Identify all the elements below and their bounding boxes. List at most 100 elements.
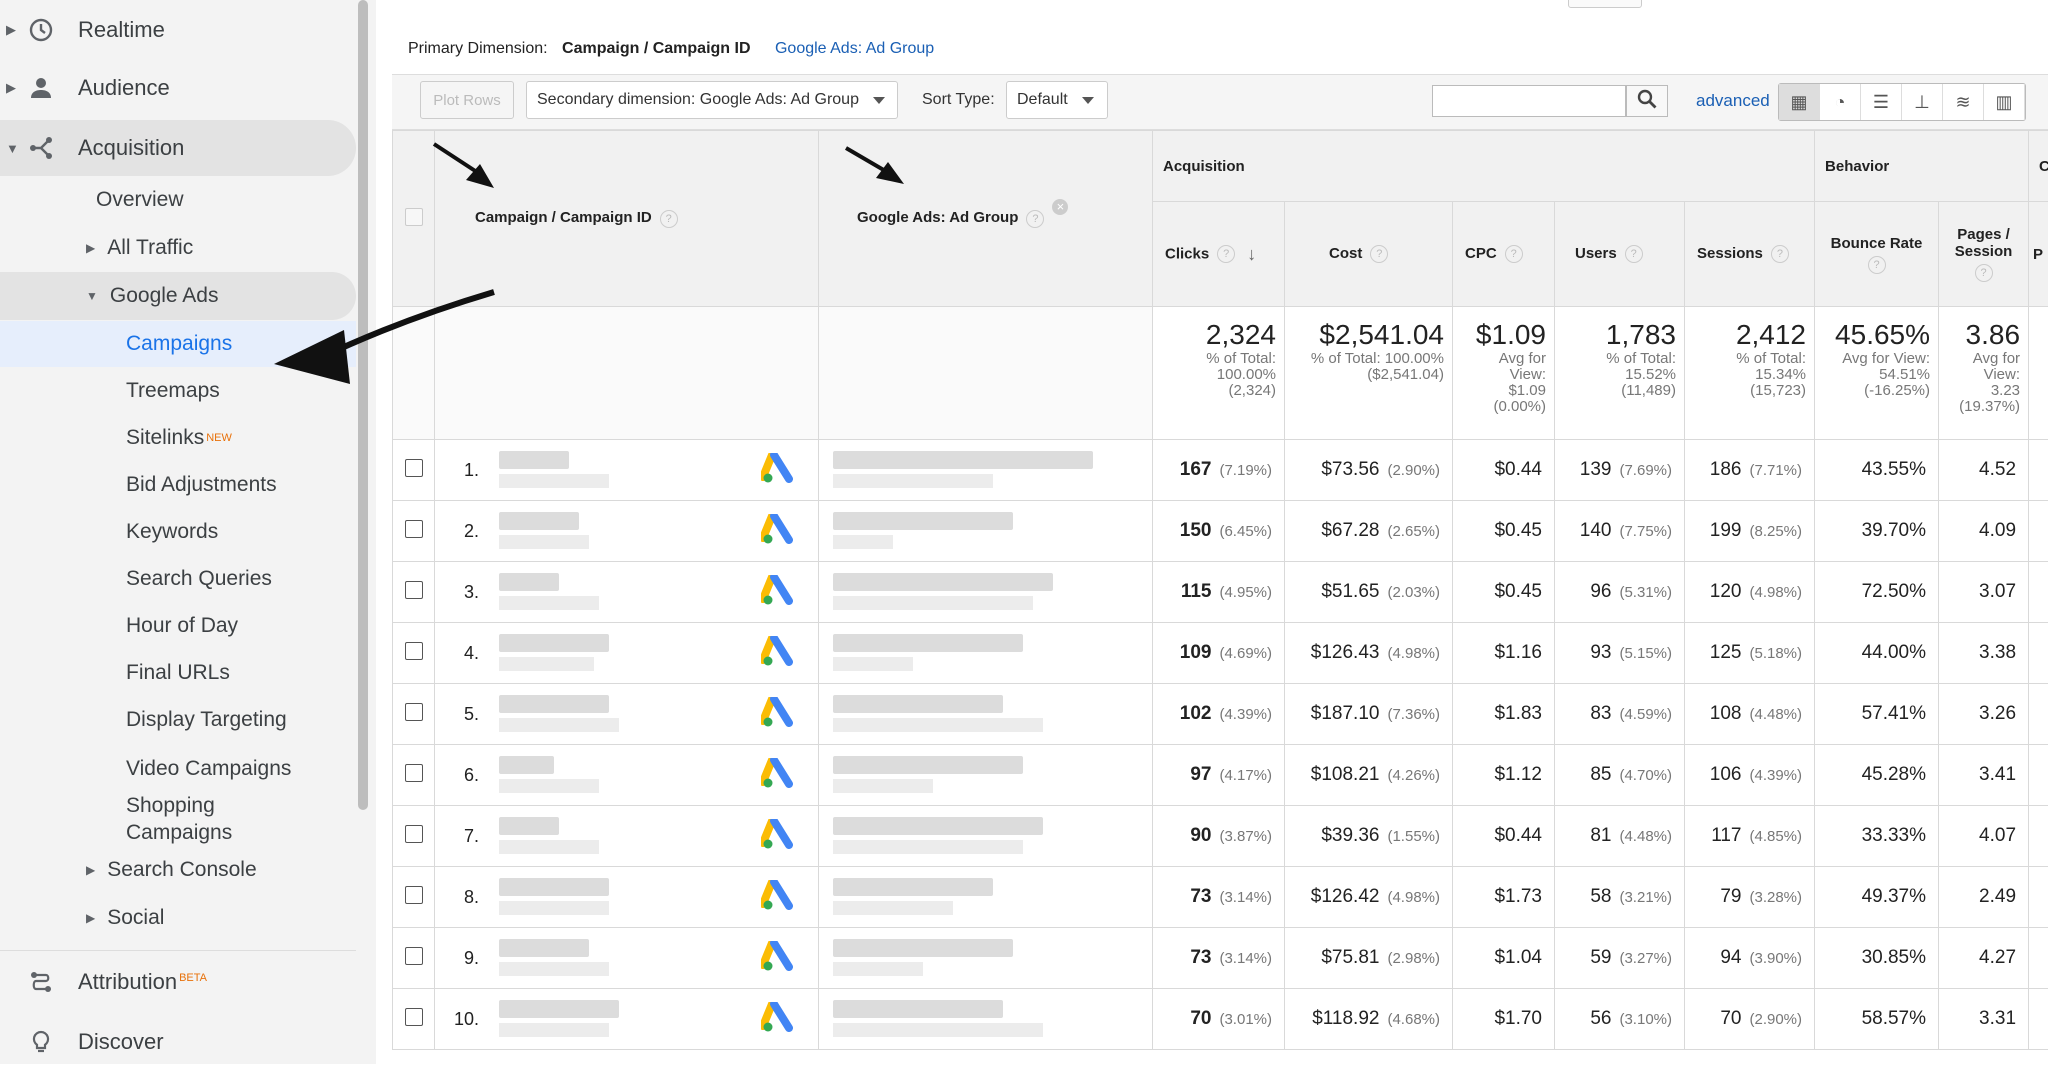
- campaign-cell[interactable]: 1.: [435, 440, 819, 501]
- sidebar-item-hour-of-day[interactable]: Hour of Day: [126, 603, 238, 649]
- bounce-rate-value: 72.50%: [1862, 581, 1926, 602]
- adgroup-cell[interactable]: [819, 928, 1153, 989]
- help-icon[interactable]: ?: [1625, 245, 1643, 263]
- table-row[interactable]: 3.115(4.95%)$51.65(2.03%)$0.4596(5.31%)1…: [393, 562, 2048, 623]
- comparison-view-icon[interactable]: ⊥: [1902, 84, 1943, 120]
- row-checkbox-cell: [393, 928, 435, 989]
- row-checkbox[interactable]: [405, 764, 423, 782]
- pages-per-session-cell: 4.07: [1939, 806, 2029, 867]
- sidebar-scrollbar[interactable]: [358, 0, 368, 810]
- clicks-percent: (4.17%): [1219, 767, 1272, 784]
- adgroup-cell[interactable]: [819, 562, 1153, 623]
- table-search-input[interactable]: [1432, 85, 1626, 117]
- table-row[interactable]: 10.70(3.01%)$118.92(4.68%)$1.7056(3.10%)…: [393, 989, 2048, 1050]
- sidebar-item-bid-adjustments[interactable]: Bid Adjustments: [126, 462, 277, 508]
- row-checkbox[interactable]: [405, 886, 423, 904]
- sidebar-item-all-traffic[interactable]: ▶All Traffic: [86, 226, 193, 270]
- sidebar-item-discover[interactable]: Discover: [0, 1014, 356, 1070]
- pie-view-icon[interactable]: ◔: [1820, 84, 1861, 120]
- sidebar-item-acquisition[interactable]: ▼ Acquisition: [0, 120, 356, 176]
- adgroup-cell[interactable]: [819, 806, 1153, 867]
- cost-percent: (4.98%): [1387, 645, 1440, 662]
- table-row[interactable]: 5.102(4.39%)$187.10(7.36%)$1.8383(4.59%)…: [393, 684, 2048, 745]
- pivot-view-icon[interactable]: ▥: [1984, 84, 2025, 120]
- table-row[interactable]: 9.73(3.14%)$75.81(2.98%)$1.0459(3.27%)94…: [393, 928, 2048, 989]
- campaign-cell[interactable]: 10.: [435, 989, 819, 1050]
- adgroup-cell[interactable]: [819, 745, 1153, 806]
- sessions-header[interactable]: Sessions?: [1685, 202, 1815, 307]
- sidebar-item-treemaps[interactable]: Treemaps: [126, 368, 220, 414]
- cpc-value: $1.83: [1494, 703, 1542, 724]
- campaign-cell[interactable]: 3.: [435, 562, 819, 623]
- next-cell: [2029, 684, 2048, 745]
- sidebar-item-google-ads[interactable]: ▼Google Ads: [86, 274, 218, 318]
- help-icon[interactable]: ?: [1505, 245, 1523, 263]
- pages-per-session-cell: 3.07: [1939, 562, 2029, 623]
- adgroup-cell[interactable]: [819, 989, 1153, 1050]
- term-cloud-view-icon[interactable]: ≋: [1943, 84, 1984, 120]
- campaign-cell[interactable]: 7.: [435, 806, 819, 867]
- sidebar-item-keywords[interactable]: Keywords: [126, 509, 218, 555]
- row-checkbox[interactable]: [405, 459, 423, 477]
- sidebar-item-shopping-campaigns[interactable]: Shopping Campaigns: [126, 792, 306, 846]
- table-row[interactable]: 4.109(4.69%)$126.43(4.98%)$1.1693(5.15%)…: [393, 623, 2048, 684]
- sidebar-item-audience[interactable]: ▶ Audience: [0, 60, 356, 116]
- table-row[interactable]: 6.97(4.17%)$108.21(4.26%)$1.1285(4.70%)1…: [393, 745, 2048, 806]
- campaign-cell[interactable]: 8.: [435, 867, 819, 928]
- row-checkbox[interactable]: [405, 520, 423, 538]
- help-icon[interactable]: ?: [1975, 264, 1993, 282]
- table-row[interactable]: 8.73(3.14%)$126.42(4.98%)$1.7358(3.21%)7…: [393, 867, 2048, 928]
- table-view-icon[interactable]: ▦: [1779, 84, 1820, 120]
- adgroup-cell[interactable]: [819, 501, 1153, 562]
- row-checkbox[interactable]: [405, 581, 423, 599]
- sidebar-item-final-urls[interactable]: Final URLs: [126, 650, 230, 696]
- users-percent: (4.70%): [1619, 767, 1672, 784]
- cost-value: $187.10: [1311, 703, 1380, 724]
- row-checkbox[interactable]: [405, 947, 423, 965]
- campaign-cell[interactable]: 6.: [435, 745, 819, 806]
- adgroup-cell[interactable]: [819, 867, 1153, 928]
- search-button[interactable]: [1626, 85, 1668, 117]
- pages-per-session-header[interactable]: Pages / Session?: [1939, 202, 2029, 307]
- sidebar-item-sitelinks[interactable]: SitelinksNEW: [126, 415, 232, 461]
- bounce-rate-header[interactable]: Bounce Rate?: [1815, 202, 1939, 307]
- performance-view-icon[interactable]: ☰: [1861, 84, 1902, 120]
- row-checkbox[interactable]: [405, 825, 423, 843]
- top-button[interactable]: [1568, 0, 1642, 8]
- adgroup-cell[interactable]: [819, 440, 1153, 501]
- row-checkbox[interactable]: [405, 1008, 423, 1026]
- help-icon[interactable]: ?: [1868, 256, 1886, 274]
- clicks-cell: 73(3.14%): [1153, 867, 1285, 928]
- sidebar-item-overview[interactable]: Overview: [96, 178, 184, 222]
- table-row[interactable]: 2.150(6.45%)$67.28(2.65%)$0.45140(7.75%)…: [393, 501, 2048, 562]
- table-row[interactable]: 7.90(3.87%)$39.36(1.55%)$0.4481(4.48%)11…: [393, 806, 2048, 867]
- users-header[interactable]: Users?: [1555, 202, 1685, 307]
- help-icon[interactable]: ?: [1771, 245, 1789, 263]
- adgroup-cell[interactable]: [819, 684, 1153, 745]
- sidebar-item-search-queries[interactable]: Search Queries: [126, 556, 272, 602]
- next-column-header[interactable]: P: [2029, 202, 2048, 307]
- table-row[interactable]: 1.167(7.19%)$73.56(2.90%)$0.44139(7.69%)…: [393, 440, 2048, 501]
- cpc-cell: $1.70: [1453, 989, 1555, 1050]
- sidebar-item-display-targeting[interactable]: Display Targeting: [126, 697, 287, 743]
- adgroup-cell[interactable]: [819, 623, 1153, 684]
- sidebar-item-social[interactable]: ▶Social: [86, 896, 164, 940]
- sidebar-item-search-console[interactable]: ▶Search Console: [86, 848, 257, 892]
- sidebar-item-attribution[interactable]: AttributionBETA: [0, 954, 356, 1010]
- advanced-filter-link[interactable]: advanced: [1696, 91, 1770, 111]
- campaign-cell[interactable]: 5.: [435, 684, 819, 745]
- campaign-cell[interactable]: 2.: [435, 501, 819, 562]
- row-checkbox[interactable]: [405, 642, 423, 660]
- clicks-value: 150: [1180, 520, 1212, 541]
- campaign-cell[interactable]: 9.: [435, 928, 819, 989]
- sidebar-item-realtime[interactable]: ▶ Realtime: [0, 2, 356, 58]
- redacted-adgroup-detail: [833, 779, 933, 793]
- sidebar-item-label: Keywords: [126, 520, 218, 544]
- redacted-adgroup-name: [833, 817, 1043, 835]
- row-checkbox[interactable]: [405, 703, 423, 721]
- total-cpc: $1.09Avg forView:$1.09(0.00%): [1453, 307, 1555, 440]
- sessions-cell: 186(7.71%): [1685, 440, 1815, 501]
- campaign-cell[interactable]: 4.: [435, 623, 819, 684]
- sidebar-item-video-campaigns[interactable]: Video Campaigns: [126, 746, 291, 792]
- cpc-header[interactable]: CPC?: [1453, 202, 1555, 307]
